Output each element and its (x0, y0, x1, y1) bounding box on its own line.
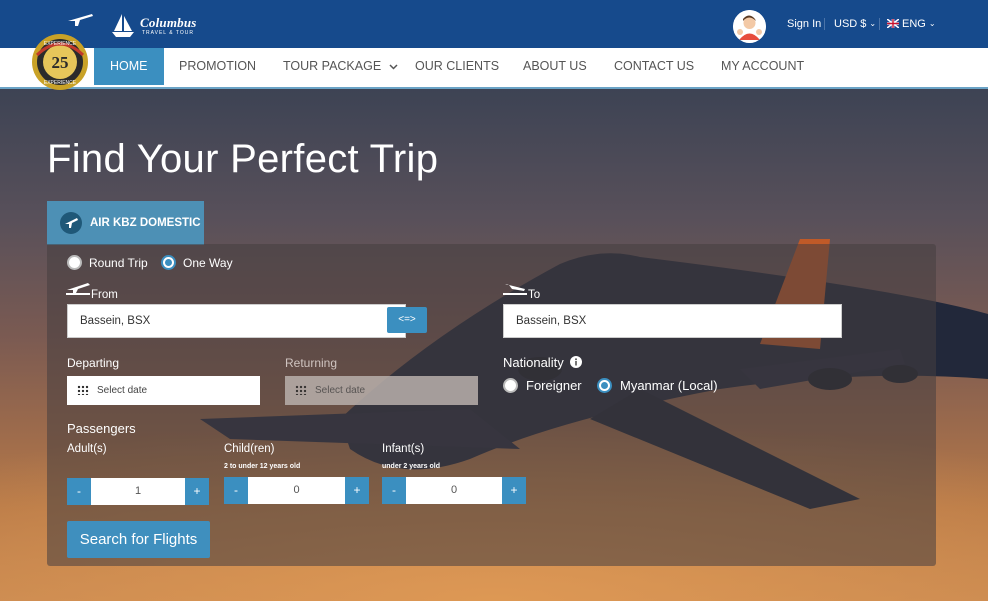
badge-text-bottom: EXPERIENCE (44, 80, 77, 86)
avatar-icon (733, 10, 766, 43)
flight-search-panel (47, 244, 936, 566)
to-field[interactable]: Bassein, BSX (503, 304, 842, 338)
hero-section: Find Your Perfect Trip AIR KBZ DOMESTIC … (0, 89, 988, 601)
sign-in-link[interactable]: Sign In (787, 18, 821, 30)
children-stepper: - 0 + (224, 477, 369, 504)
badge-text-top: EXPERIENCE (44, 41, 77, 47)
adults-label: Adult(s) (67, 443, 107, 455)
adults-value[interactable]: 1 (91, 478, 185, 505)
chevron-down-icon: ⌄ (869, 19, 877, 28)
children-label: Child(ren) (224, 443, 275, 455)
brand-subtitle: TRAVEL & TOUR (142, 30, 194, 36)
currency-label: USD $ (834, 18, 867, 30)
one-way-radio[interactable] (161, 255, 176, 270)
returning-label: Returning (285, 356, 338, 370)
myanmar-local-label: Myanmar (Local) (620, 378, 718, 393)
passengers-label: Passengers (67, 421, 136, 436)
to-value: Bassein, BSX (516, 315, 587, 327)
infants-value[interactable]: 0 (406, 477, 502, 504)
user-avatar[interactable] (733, 10, 766, 43)
hero-title: Find Your Perfect Trip (47, 137, 439, 181)
round-trip-label: Round Trip (89, 256, 148, 270)
nationality-label: Nationality (503, 355, 564, 370)
divider (879, 18, 880, 30)
adults-stepper: - 1 + (67, 478, 209, 505)
tab-label: AIR KBZ DOMESTIC (90, 217, 201, 229)
language-label: ENG (902, 18, 926, 30)
children-minus-button[interactable]: - (224, 477, 248, 504)
brand-name: Columbus (140, 15, 197, 30)
badge-number: 25 (52, 53, 69, 72)
adults-plus-button[interactable]: + (185, 478, 209, 505)
from-field[interactable]: Bassein, BSX (67, 304, 406, 338)
chevron-down-icon: ⌄ (928, 19, 936, 28)
infants-stepper: - 0 + (382, 477, 526, 504)
nav-about-us[interactable]: ABOUT US (507, 48, 603, 85)
language-select[interactable]: ENG ⌄ (886, 18, 936, 30)
from-label: From (91, 289, 118, 301)
main-nav: HOME PROMOTION TOUR PACKAGE OUR CLIENTS … (0, 48, 988, 89)
search-flights-button[interactable]: Search for Flights (67, 521, 210, 558)
uk-flag-icon (886, 18, 900, 29)
swap-button[interactable]: <=> (387, 307, 427, 333)
plane-icon (68, 14, 93, 26)
children-value[interactable]: 0 (248, 477, 345, 504)
tab-air-kbz-domestic[interactable]: AIR KBZ DOMESTIC (47, 201, 204, 245)
nav-my-account[interactable]: MY ACCOUNT (705, 48, 820, 85)
adults-minus-button[interactable]: - (67, 478, 91, 505)
info-icon[interactable] (570, 356, 582, 368)
returning-placeholder: Select date (315, 385, 366, 396)
departing-placeholder: Select date (97, 385, 148, 396)
infants-plus-button[interactable]: + (502, 477, 526, 504)
landing-icon (503, 284, 527, 295)
foreigner-label: Foreigner (526, 378, 582, 393)
myanmar-local-radio[interactable] (597, 378, 612, 393)
currency-select[interactable]: USD $ ⌄ (834, 18, 876, 30)
foreigner-radio[interactable] (503, 378, 518, 393)
nav-home[interactable]: HOME (94, 48, 164, 85)
infants-age-note: under 2 years old (382, 463, 440, 470)
top-bar: Columbus TRAVEL & TOUR Sign In USD $ ⌄ EN… (0, 0, 988, 48)
plane-icon (60, 212, 82, 234)
ship-icon (112, 14, 134, 37)
nav-tour-package-label: TOUR PACKAGE (283, 59, 382, 73)
infants-minus-button[interactable]: - (382, 477, 406, 504)
calendar-icon (295, 385, 307, 395)
departing-date-field[interactable]: Select date (67, 376, 260, 405)
calendar-icon (77, 385, 89, 395)
infants-label: Infant(s) (382, 443, 425, 455)
round-trip-radio[interactable] (67, 255, 82, 270)
takeoff-icon (66, 283, 90, 295)
experience-badge: 25 EXPERIENCE EXPERIENCE (31, 33, 89, 91)
one-way-label: One Way (183, 256, 233, 270)
nav-contact-us[interactable]: CONTACT US (598, 48, 710, 85)
divider (824, 18, 825, 30)
to-label: To (528, 289, 541, 301)
departing-label: Departing (67, 356, 120, 370)
returning-date-field[interactable]: Select date (285, 376, 478, 405)
chevron-down-icon (389, 64, 398, 70)
nav-promotion[interactable]: PROMOTION (163, 48, 272, 85)
children-age-note: 2 to under 12 years old (224, 463, 301, 470)
nav-tour-package[interactable]: TOUR PACKAGE (267, 48, 414, 85)
children-plus-button[interactable]: + (345, 477, 369, 504)
nav-our-clients[interactable]: OUR CLIENTS (399, 48, 515, 85)
from-value: Bassein, BSX (80, 315, 151, 327)
